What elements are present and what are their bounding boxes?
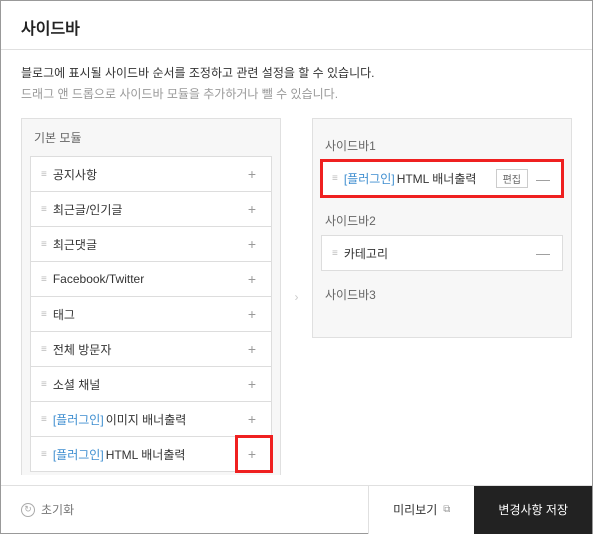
basic-modules-header: 기본 모듈	[22, 119, 280, 156]
modal-body: 기본 모듈 ≡ 공지사항+≡ 최근글/인기글+≡ 최근댓글+≡ Facebook…	[1, 118, 592, 485]
sidebar1-label: 사이드바1	[321, 127, 563, 160]
drag-handle-icon[interactable]: ≡	[41, 274, 45, 285]
sidebar1-section: 사이드바1 ≡ [플러그인] HTML 배너출력 편집 —	[321, 127, 563, 197]
remove-button[interactable]: —	[534, 170, 552, 188]
sidebar-modal: 사이드바 블로그에 표시될 사이드바 순서를 조정하고 관련 설정을 할 수 있…	[0, 0, 593, 534]
module-label: 소셜 채널	[53, 376, 243, 393]
module-label: 최근댓글	[53, 236, 243, 253]
module-item[interactable]: ≡ 소셜 채널+	[30, 366, 272, 402]
module-item[interactable]: ≡ 공지사항+	[30, 156, 272, 192]
sidebar2-section: 사이드바2 ≡ 카테고리 —	[321, 202, 563, 271]
sidebar1-item[interactable]: ≡ [플러그인] HTML 배너출력 편집 —	[321, 160, 563, 197]
module-label: 전체 방문자	[53, 341, 243, 358]
reset-icon: ↻	[21, 503, 35, 517]
desc-line-1: 블로그에 표시될 사이드바 순서를 조정하고 관련 설정을 할 수 있습니다.	[21, 64, 572, 81]
preview-label: 미리보기	[393, 501, 437, 518]
drag-handle-icon[interactable]: ≡	[41, 449, 45, 460]
desc-line-2: 드래그 앤 드롭으로 사이드바 모듈을 추가하거나 뺄 수 있습니다.	[21, 85, 572, 102]
drag-handle-icon[interactable]: ≡	[41, 204, 45, 215]
sidebar-drop-panel: 사이드바1 ≡ [플러그인] HTML 배너출력 편집 — 사이드바2 ≡ 카테…	[312, 118, 572, 338]
drag-handle-icon[interactable]: ≡	[41, 414, 45, 425]
save-button[interactable]: 변경사항 저장	[474, 486, 592, 534]
drag-handle-icon[interactable]: ≡	[41, 344, 45, 355]
drag-handle-icon[interactable]: ≡	[332, 248, 336, 259]
module-label: 태그	[53, 306, 243, 323]
module-item[interactable]: ≡ Facebook/Twitter+	[30, 261, 272, 297]
left-column: 기본 모듈 ≡ 공지사항+≡ 최근글/인기글+≡ 최근댓글+≡ Facebook…	[21, 118, 281, 475]
sidebar2-label: 사이드바2	[321, 202, 563, 235]
plugin-tag: [플러그인]	[53, 446, 104, 463]
save-label: 변경사항 저장	[498, 501, 568, 518]
add-button[interactable]: +	[243, 200, 261, 218]
reset-button[interactable]: ↻ 초기화	[21, 501, 74, 518]
add-button[interactable]: +	[243, 270, 261, 288]
drag-handle-icon[interactable]: ≡	[41, 169, 45, 180]
add-button[interactable]: +	[243, 305, 261, 323]
module-item[interactable]: ≡ 최근글/인기글+	[30, 191, 272, 227]
drag-handle-icon[interactable]: ≡	[41, 309, 45, 320]
modal-footer: ↻ 초기화 미리보기 ⧉ 변경사항 저장	[1, 485, 592, 533]
modal-title: 사이드바	[21, 15, 572, 39]
basic-modules-panel: 기본 모듈 ≡ 공지사항+≡ 최근글/인기글+≡ 최근댓글+≡ Facebook…	[21, 118, 281, 475]
modal-description: 블로그에 표시될 사이드바 순서를 조정하고 관련 설정을 할 수 있습니다. …	[1, 50, 592, 118]
module-item[interactable]: ≡ 최근댓글+	[30, 226, 272, 262]
drag-handle-icon[interactable]: ≡	[41, 379, 45, 390]
basic-modules-list: ≡ 공지사항+≡ 최근글/인기글+≡ 최근댓글+≡ Facebook/Twitt…	[22, 156, 280, 475]
edit-button[interactable]: 편집	[496, 169, 528, 188]
sidebar2-item[interactable]: ≡ 카테고리 —	[321, 235, 563, 271]
modal-header: 사이드바	[1, 1, 592, 50]
add-button[interactable]: +	[243, 340, 261, 358]
plugin-tag: [플러그인]	[53, 411, 104, 428]
right-column: 사이드바1 ≡ [플러그인] HTML 배너출력 편집 — 사이드바2 ≡ 카테…	[312, 118, 572, 475]
plugin-tag: [플러그인]	[344, 170, 395, 187]
add-button[interactable]: +	[243, 410, 261, 428]
module-item[interactable]: ≡ 전체 방문자+	[30, 331, 272, 367]
sidebar3-section: 사이드바3	[321, 276, 563, 329]
divider-arrow-icon: ›	[293, 118, 300, 475]
add-button[interactable]: +	[243, 165, 261, 183]
sidebar3-empty[interactable]	[321, 309, 563, 329]
preview-button[interactable]: 미리보기 ⧉	[368, 486, 474, 534]
drag-handle-icon[interactable]: ≡	[332, 173, 336, 184]
module-label: 공지사항	[53, 166, 243, 183]
module-label: HTML 배너출력	[106, 446, 243, 463]
module-item[interactable]: ≡ 태그+	[30, 296, 272, 332]
add-button[interactable]: +	[243, 375, 261, 393]
external-link-icon: ⧉	[443, 504, 450, 515]
module-item[interactable]: ≡ [플러그인] HTML 배너출력+	[30, 436, 272, 472]
module-label: 이미지 배너출력	[106, 411, 243, 428]
add-button[interactable]: +	[243, 235, 261, 253]
reset-label: 초기화	[41, 501, 74, 518]
module-label: 카테고리	[344, 245, 534, 262]
sidebar3-label: 사이드바3	[321, 276, 563, 309]
drag-handle-icon[interactable]: ≡	[41, 239, 45, 250]
module-label: 최근글/인기글	[53, 201, 243, 218]
remove-button[interactable]: —	[534, 244, 552, 262]
module-label: Facebook/Twitter	[53, 272, 243, 286]
add-button[interactable]: +	[243, 445, 261, 463]
module-label: HTML 배너출력	[397, 170, 496, 187]
module-item[interactable]: ≡ [플러그인] 이미지 배너출력+	[30, 401, 272, 437]
